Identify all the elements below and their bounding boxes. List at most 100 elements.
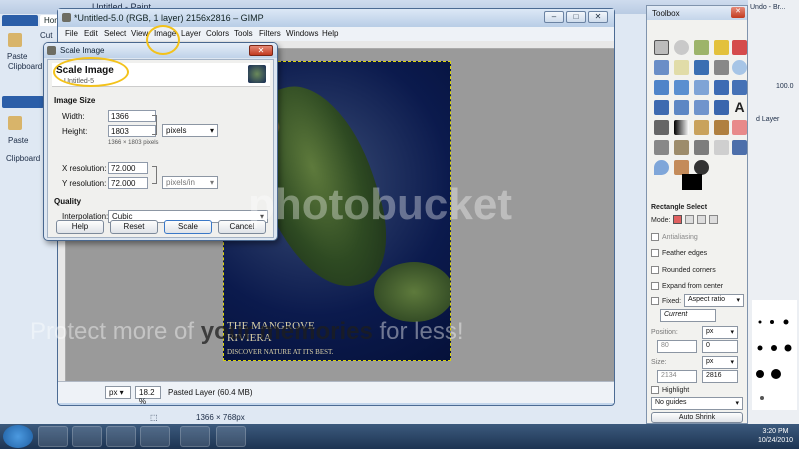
- taskbar-explorer-icon[interactable]: [38, 426, 68, 447]
- crop-tool-icon[interactable]: [714, 80, 729, 95]
- fixed-option[interactable]: Fixed:: [651, 297, 681, 305]
- dodge-burn-tool-icon[interactable]: [694, 160, 709, 175]
- reset-button[interactable]: Reset: [110, 220, 158, 234]
- paste-icon[interactable]: [8, 33, 22, 47]
- paste-icon-2[interactable]: [8, 116, 22, 130]
- rect-select-tool-icon[interactable]: [654, 40, 669, 55]
- menu-edit[interactable]: Edit: [84, 29, 98, 38]
- cut-button[interactable]: Cut: [40, 31, 52, 40]
- size-h-input[interactable]: 2816: [702, 370, 738, 383]
- move-tool-icon[interactable]: [674, 80, 689, 95]
- fixed-select[interactable]: Aspect ratio ▾: [684, 294, 744, 307]
- color-picker-tool-icon[interactable]: [714, 60, 729, 75]
- fuzzy-select-tool-icon[interactable]: [714, 40, 729, 55]
- paint-file-menu-2[interactable]: [2, 96, 44, 108]
- foreground-select-tool-icon[interactable]: [674, 60, 689, 75]
- ellipse-select-tool-icon[interactable]: [674, 40, 689, 55]
- perspective-clone-tool-icon[interactable]: [732, 140, 747, 155]
- feather-checkbox[interactable]: [651, 249, 659, 257]
- zoom-field[interactable]: 100.0: [776, 83, 794, 90]
- bucket-fill-tool-icon[interactable]: [654, 120, 669, 135]
- menu-filters[interactable]: Filters: [259, 29, 281, 38]
- minimize-button[interactable]: –: [544, 11, 564, 23]
- feather-option[interactable]: Feather edges: [651, 249, 707, 257]
- menu-file[interactable]: File: [65, 29, 78, 38]
- paintbrush-tool-icon[interactable]: [714, 120, 729, 135]
- scale-tool-icon[interactable]: [654, 100, 669, 115]
- zoom-select[interactable]: 18.2 %: [135, 386, 161, 406]
- position-x-input[interactable]: 80: [657, 340, 697, 353]
- clone-tool-icon[interactable]: [694, 140, 709, 155]
- layer-name[interactable]: d Layer: [756, 116, 779, 123]
- current-field[interactable]: Current: [660, 309, 716, 322]
- flip-tool-icon[interactable]: [714, 100, 729, 115]
- position-y-input[interactable]: 0: [702, 340, 738, 353]
- position-unit-select[interactable]: px ▾: [702, 326, 738, 339]
- scissors-tool-icon[interactable]: [654, 60, 669, 75]
- taskbar-photo-icon[interactable]: [106, 426, 136, 447]
- paste-button-2[interactable]: Paste: [8, 136, 28, 145]
- close-button[interactable]: ✕: [588, 11, 608, 23]
- shear-tool-icon[interactable]: [674, 100, 689, 115]
- select-by-color-tool-icon[interactable]: [732, 40, 747, 55]
- rounded-checkbox[interactable]: [651, 266, 659, 274]
- width-input[interactable]: 1366: [108, 110, 156, 122]
- mode-replace-icon[interactable]: [673, 215, 682, 224]
- dialog-close-button[interactable]: ✕: [249, 45, 273, 56]
- res-unit-select[interactable]: pixels/in ▾: [162, 176, 218, 189]
- rotate-tool-icon[interactable]: [732, 80, 747, 95]
- help-button[interactable]: Help: [56, 220, 104, 234]
- scale-button[interactable]: Scale: [164, 220, 212, 234]
- eraser-tool-icon[interactable]: [732, 120, 747, 135]
- heal-tool-icon[interactable]: [714, 140, 729, 155]
- res-chain-icon[interactable]: [152, 166, 157, 184]
- taskbar-chrome-icon[interactable]: [72, 426, 102, 447]
- expand-checkbox[interactable]: [651, 282, 659, 290]
- taskbar-paint-icon[interactable]: [216, 426, 246, 447]
- size-w-input[interactable]: 2134: [657, 370, 697, 383]
- xres-input[interactable]: 72.000: [108, 162, 148, 174]
- text-tool-icon[interactable]: A: [732, 100, 747, 115]
- mode-intersect-icon[interactable]: [709, 215, 718, 224]
- paste-button[interactable]: Paste: [7, 52, 27, 61]
- ink-tool-icon[interactable]: [674, 140, 689, 155]
- measure-tool-icon[interactable]: [654, 80, 669, 95]
- free-select-tool-icon[interactable]: [694, 40, 709, 55]
- blend-tool-icon[interactable]: [674, 120, 689, 135]
- auto-shrink-button[interactable]: Auto Shrink: [651, 412, 743, 423]
- paint-file-menu[interactable]: [2, 15, 38, 26]
- system-clock[interactable]: 3:20 PM 10/24/2010: [758, 427, 793, 445]
- menu-select[interactable]: Select: [104, 29, 126, 38]
- menu-tools[interactable]: Tools: [234, 29, 253, 38]
- foreground-color-swatch[interactable]: [682, 174, 702, 190]
- menu-help[interactable]: Help: [322, 29, 338, 38]
- toolbox-close-button[interactable]: ✕: [731, 7, 745, 18]
- chain-link-icon[interactable]: [152, 115, 157, 135]
- smudge-tool-icon[interactable]: [674, 160, 689, 175]
- pencil-tool-icon[interactable]: [694, 120, 709, 135]
- height-input[interactable]: 1803: [108, 125, 156, 137]
- menu-colors[interactable]: Colors: [206, 29, 229, 38]
- paths-tool-icon[interactable]: [694, 60, 709, 75]
- fixed-checkbox[interactable]: [651, 297, 659, 305]
- size-unit-select[interactable]: pixels ▾: [162, 124, 218, 137]
- highlight-checkbox[interactable]: [651, 386, 659, 394]
- highlight-option[interactable]: Highlight: [651, 386, 689, 394]
- menu-windows[interactable]: Windows: [286, 29, 318, 38]
- taskbar-calculator-icon[interactable]: [180, 426, 210, 447]
- unit-select[interactable]: px ▾: [105, 386, 131, 399]
- mode-add-icon[interactable]: [685, 215, 694, 224]
- zoom-tool-icon[interactable]: [732, 60, 747, 75]
- antialiasing-checkbox[interactable]: [651, 233, 659, 241]
- airbrush-tool-icon[interactable]: [654, 140, 669, 155]
- perspective-tool-icon[interactable]: [694, 100, 709, 115]
- size-unit-select-tb[interactable]: px ▾: [702, 356, 738, 369]
- blur-tool-icon[interactable]: [654, 160, 669, 175]
- brush-grid[interactable]: [752, 300, 797, 410]
- expand-option[interactable]: Expand from center: [651, 282, 723, 290]
- guides-select[interactable]: No guides ▾: [651, 397, 743, 410]
- menu-layer[interactable]: Layer: [181, 29, 201, 38]
- antialiasing-option[interactable]: Antialiasing: [651, 233, 698, 241]
- taskbar-gimp-icon[interactable]: [140, 426, 170, 447]
- start-button[interactable]: [3, 425, 33, 448]
